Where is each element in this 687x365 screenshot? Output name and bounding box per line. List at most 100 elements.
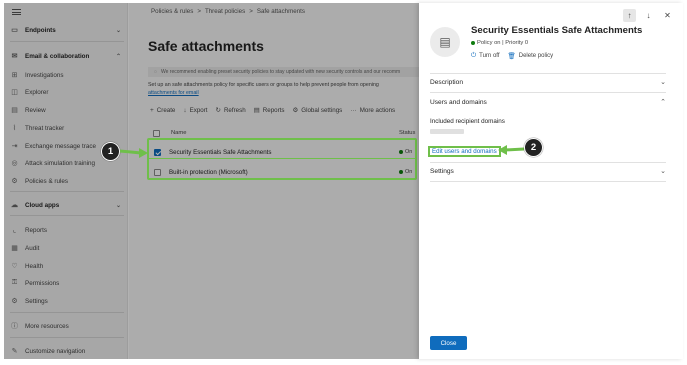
nav-item-settings[interactable]: ⚙ Settings xyxy=(10,295,126,307)
callout-badge-1: 1 xyxy=(101,142,120,161)
panel-title: Security Essentials Safe Attachments xyxy=(471,25,643,36)
divider xyxy=(430,92,666,93)
nav-item-email[interactable]: ✉ Email & collaboration ⌃ xyxy=(10,50,126,62)
nav-item-threat-tracker[interactable]: ⌇ Threat tracker xyxy=(10,122,126,134)
toolbar-refresh-button[interactable]: ↻ Refresh xyxy=(215,106,246,115)
nav-item-label: Attack simulation training xyxy=(25,159,95,167)
select-all-checkbox[interactable] xyxy=(153,129,160,137)
toolbar-label: More actions xyxy=(359,106,396,114)
nav-item-label: Audit xyxy=(25,244,40,252)
section-title: Users and domains xyxy=(430,98,487,106)
callout-arrow-1-icon xyxy=(119,148,148,158)
status-dot-icon xyxy=(471,41,475,45)
attack-sim-icon: ◎ xyxy=(11,160,18,167)
column-header-name[interactable]: Name xyxy=(171,130,186,136)
health-icon: ♡ xyxy=(11,263,18,270)
review-icon: ▤ xyxy=(11,107,18,114)
toolbar-export-button[interactable]: ↓ Export xyxy=(183,106,207,114)
chevron-up-icon[interactable]: ⌃ xyxy=(116,53,121,60)
policy-status-text: Policy on | Priority 0 xyxy=(477,40,529,46)
policy-status: Policy on | Priority 0 xyxy=(471,40,528,46)
edit-users-domains-link[interactable]: Edit users and domains xyxy=(428,146,501,157)
nav-item-label: Endpoints xyxy=(25,26,56,34)
next-item-icon[interactable]: ↓ xyxy=(642,9,655,22)
users-domains-section-header[interactable]: Users and domains ⌃ xyxy=(430,94,666,110)
trash-icon: 🗑 xyxy=(507,53,516,60)
settings-icon: ⚙ xyxy=(11,298,18,305)
callout-arrow-2-icon xyxy=(498,145,525,155)
recommendation-banner: ◌ We recommend enabling preset security … xyxy=(148,67,419,77)
description-section-header[interactable]: Description ⌄ xyxy=(430,74,666,90)
info-icon: ⓘ xyxy=(11,323,18,330)
refresh-icon: ↻ xyxy=(215,107,221,114)
previous-item-icon[interactable]: ↑ xyxy=(623,9,636,22)
chevron-down-icon[interactable]: ⌄ xyxy=(116,27,121,34)
policies-icon: ⚙ xyxy=(11,178,18,185)
nav-item-investigations[interactable]: ⊞ Investigations xyxy=(10,69,126,81)
callout-badge-2: 2 xyxy=(524,138,543,157)
endpoints-icon: ▭ xyxy=(11,27,18,34)
explorer-icon: ◫ xyxy=(11,89,18,96)
nav-item-label: Investigations xyxy=(25,71,64,79)
toolbar-label: Reports xyxy=(262,106,285,114)
chevron-down-icon[interactable]: ⌄ xyxy=(116,202,121,209)
nav-item-label: Health xyxy=(25,262,44,270)
left-navigation: ▭ Endpoints ⌄ ✉ Email & collaboration ⌃ ⊞ Inves… xyxy=(4,3,128,359)
nav-item-cloud[interactable]: ☁ Cloud apps ⌄ xyxy=(10,199,126,211)
global-settings-icon: ⚙ xyxy=(292,107,299,114)
nav-item-label: Email & collaboration xyxy=(25,52,90,60)
toolbar-create-button[interactable]: + Create xyxy=(150,106,175,114)
nav-item-audit[interactable]: ▦ Audit xyxy=(10,242,126,254)
chevron-down-icon: ⌄ xyxy=(660,168,666,175)
nav-item-info[interactable]: ⓘ More resources xyxy=(10,320,126,332)
delete-policy-button[interactable]: 🗑 Delete policy xyxy=(508,52,554,60)
section-title: Description xyxy=(430,78,463,86)
nav-item-permissions[interactable]: ⚿ Permissions xyxy=(10,277,126,289)
nav-item-policies[interactable]: ⚙ Policies & rules xyxy=(10,175,126,187)
nav-item-review[interactable]: ▤ Review xyxy=(10,104,126,116)
column-header-status[interactable]: Status xyxy=(399,130,415,136)
toolbar-global-settings-button[interactable]: ⚙ Global settings xyxy=(292,106,342,115)
panel-controls: ↑ ↓ ✕ xyxy=(623,9,674,22)
toolbar-reports-button[interactable]: ▤ Reports xyxy=(253,106,285,115)
close-button[interactable]: Close xyxy=(430,336,467,350)
rows-highlight-box xyxy=(147,138,417,180)
nav-item-label: Permissions xyxy=(25,279,60,287)
nav-item-label: Cloud apps xyxy=(25,201,60,209)
audit-icon: ▦ xyxy=(11,245,18,252)
nav-item-label: Reports xyxy=(25,226,48,234)
turn-off-button[interactable]: ⏻ Turn off xyxy=(471,52,500,60)
hamburger-menu-icon[interactable] xyxy=(12,9,21,15)
lightbulb-icon: ◌ xyxy=(154,69,157,75)
toolbar: + Create ↓ Export ↻ Refresh ▤ Reports ⚙ Global se… xyxy=(150,106,395,115)
nav-item-health[interactable]: ♡ Health xyxy=(10,260,126,272)
nav-item-reports[interactable]: ⌞ Reports xyxy=(10,224,126,236)
chevron-down-icon: ⌄ xyxy=(660,79,666,86)
turn-off-label: Turn off xyxy=(479,53,500,59)
page-description: Set up an safe attachments policy for sp… xyxy=(148,82,379,88)
pencil-icon: ✎ xyxy=(11,348,18,355)
included-domains-label: Included recipient domains xyxy=(430,118,505,125)
nav-item-explorer[interactable]: ◫ Explorer xyxy=(10,86,126,98)
breadcrumb: Policies & rules > Threat policies > Safe at… xyxy=(151,8,305,15)
nav-item-label: More resources xyxy=(25,322,69,330)
export-icon: ↓ xyxy=(183,106,187,114)
close-icon[interactable]: ✕ xyxy=(661,9,674,22)
policy-document-icon: ▤ xyxy=(430,27,460,57)
nav-item-endpoints[interactable]: ▭ Endpoints ⌄ xyxy=(10,24,126,36)
redacted-domain-value xyxy=(430,129,464,134)
policy-details-panel: ↑ ↓ ✕ ▤ Security Essentials Safe Attachm… xyxy=(419,3,683,359)
reports-icon: ▤ xyxy=(253,107,260,114)
email-icon: ✉ xyxy=(11,53,18,60)
nav-item-label: Customize navigation xyxy=(25,347,86,355)
toolbar-label: Create xyxy=(156,106,176,114)
settings-section-header[interactable]: Settings ⌄ xyxy=(430,163,666,179)
toolbar-more-actions-button[interactable]: ··· More actions xyxy=(350,106,395,114)
learn-more-link[interactable]: attachments for email xyxy=(148,90,199,96)
power-icon: ⏻ xyxy=(471,52,477,59)
breadcrumb-item[interactable]: Threat policies xyxy=(205,8,245,15)
breadcrumb-item[interactable]: Policies & rules xyxy=(151,8,193,15)
nav-item-label: Policies & rules xyxy=(25,177,69,185)
nav-item-label: Explorer xyxy=(25,88,49,96)
nav-item-pencil[interactable]: ✎ Customize navigation xyxy=(10,345,126,357)
